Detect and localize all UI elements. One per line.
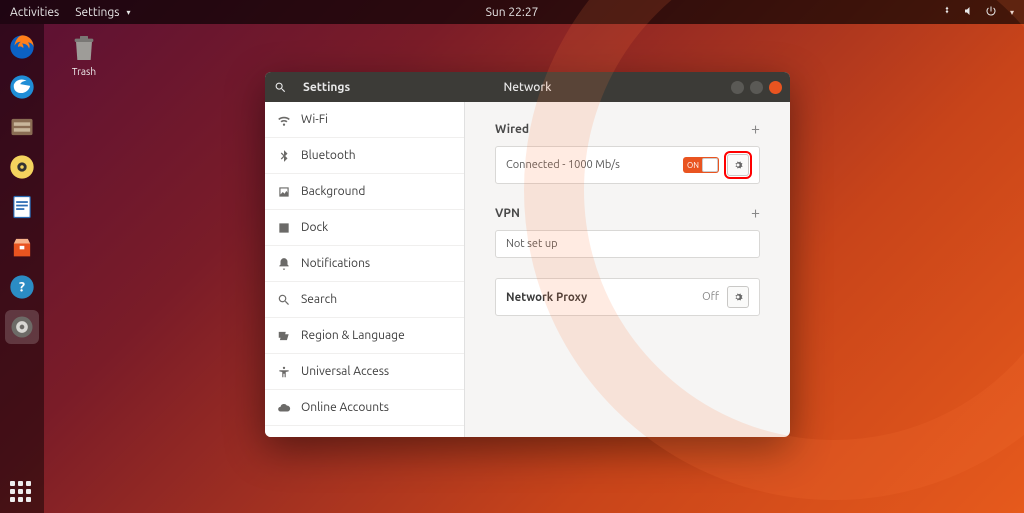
bell-icon (277, 257, 291, 271)
clock[interactable]: Sun 22:27 (486, 6, 539, 19)
gear-icon (732, 291, 744, 303)
wifi-icon (277, 113, 291, 127)
trash-label: Trash (60, 66, 108, 77)
search-icon (277, 293, 291, 307)
settings-window: Settings Network Wi-Fi Bluetooth Backgroun… (265, 72, 790, 437)
add-wired-button[interactable]: + (751, 120, 760, 138)
sidebar-item-label: Search (301, 293, 337, 306)
sidebar-item-label: Bluetooth (301, 149, 356, 162)
wired-section-title: Wired (495, 123, 529, 136)
sidebar-item-label: Notifications (301, 257, 370, 270)
dock-firefox[interactable] (5, 30, 39, 64)
sidebar-item-wifi[interactable]: Wi-Fi (265, 102, 464, 138)
dock-software[interactable] (5, 230, 39, 264)
dock-help[interactable]: ? (5, 270, 39, 304)
dock: ? (0, 24, 44, 513)
window-titlebar[interactable]: Settings Network (265, 72, 790, 102)
access-icon (277, 365, 291, 379)
sidebar-item-label: Universal Access (301, 365, 389, 378)
show-applications-button[interactable] (10, 481, 34, 505)
dock-icon (277, 221, 291, 235)
system-status-area[interactable]: ▾ (941, 5, 1014, 20)
wired-settings-button[interactable] (727, 154, 749, 176)
sidebar-item-label: Wi-Fi (301, 113, 328, 126)
region-icon (277, 329, 291, 343)
wired-toggle[interactable]: ON (683, 157, 719, 173)
proxy-title: Network Proxy (506, 291, 694, 304)
app-menu[interactable]: Settings ▾ (71, 6, 130, 19)
vpn-row: Not set up (495, 230, 760, 258)
network-proxy-row: Network Proxy Off (495, 278, 760, 316)
dock-thunderbird[interactable] (5, 70, 39, 104)
sidebar-item-label: Region & Language (301, 329, 405, 342)
app-title: Settings (295, 81, 467, 94)
window-maximize-button[interactable] (750, 81, 763, 94)
caret-down-icon: ▾ (1010, 8, 1014, 17)
caret-down-icon: ▾ (126, 8, 130, 17)
sidebar-item-access[interactable]: Universal Access (265, 354, 464, 390)
sidebar-item-region[interactable]: Region & Language (265, 318, 464, 354)
dock-files[interactable] (5, 110, 39, 144)
vpn-status-label: Not set up (506, 238, 749, 250)
settings-sidebar: Wi-Fi Bluetooth Background Dock Notification… (265, 102, 465, 437)
sidebar-item-label: Dock (301, 221, 328, 234)
network-panel: Wired + Connected - 1000 Mb/s ON VPN + N… (465, 102, 790, 437)
wired-status-label: Connected - 1000 Mb/s (506, 159, 675, 171)
window-close-button[interactable] (769, 81, 782, 94)
sidebar-item-notifications[interactable]: Notifications (265, 246, 464, 282)
add-vpn-button[interactable]: + (751, 204, 760, 222)
top-panel: Activities Settings ▾ Sun 22:27 ▾ (0, 0, 1024, 24)
svg-text:?: ? (19, 279, 25, 295)
desktop-trash[interactable]: Trash (60, 32, 108, 77)
sidebar-item-label: Background (301, 185, 365, 198)
power-icon (985, 5, 997, 20)
sidebar-item-background[interactable]: Background (265, 174, 464, 210)
activities-button[interactable]: Activities (10, 6, 59, 19)
network-status-icon (941, 5, 953, 20)
window-minimize-button[interactable] (731, 81, 744, 94)
volume-icon (963, 5, 975, 20)
proxy-state: Off (702, 291, 719, 303)
sidebar-item-dock[interactable]: Dock (265, 210, 464, 246)
bluetooth-icon (277, 149, 291, 163)
sidebar-item-label: Online Accounts (301, 401, 389, 414)
dock-rhythmbox[interactable] (5, 150, 39, 184)
vpn-section-title: VPN (495, 207, 520, 220)
sidebar-item-search[interactable]: Search (265, 282, 464, 318)
dock-libreoffice[interactable] (5, 190, 39, 224)
dock-settings[interactable] (5, 310, 39, 344)
background-icon (277, 185, 291, 199)
lock-icon (277, 437, 291, 438)
sidebar-item-bluetooth[interactable]: Bluetooth (265, 138, 464, 174)
sidebar-item-privacy[interactable]: Privacy (265, 426, 464, 437)
search-button[interactable] (265, 81, 295, 94)
gear-icon (732, 159, 744, 171)
wired-connection-row: Connected - 1000 Mb/s ON (495, 146, 760, 184)
cloud-icon (277, 401, 291, 415)
page-title: Network (504, 81, 552, 94)
proxy-settings-button[interactable] (727, 286, 749, 308)
sidebar-item-online[interactable]: Online Accounts (265, 390, 464, 426)
